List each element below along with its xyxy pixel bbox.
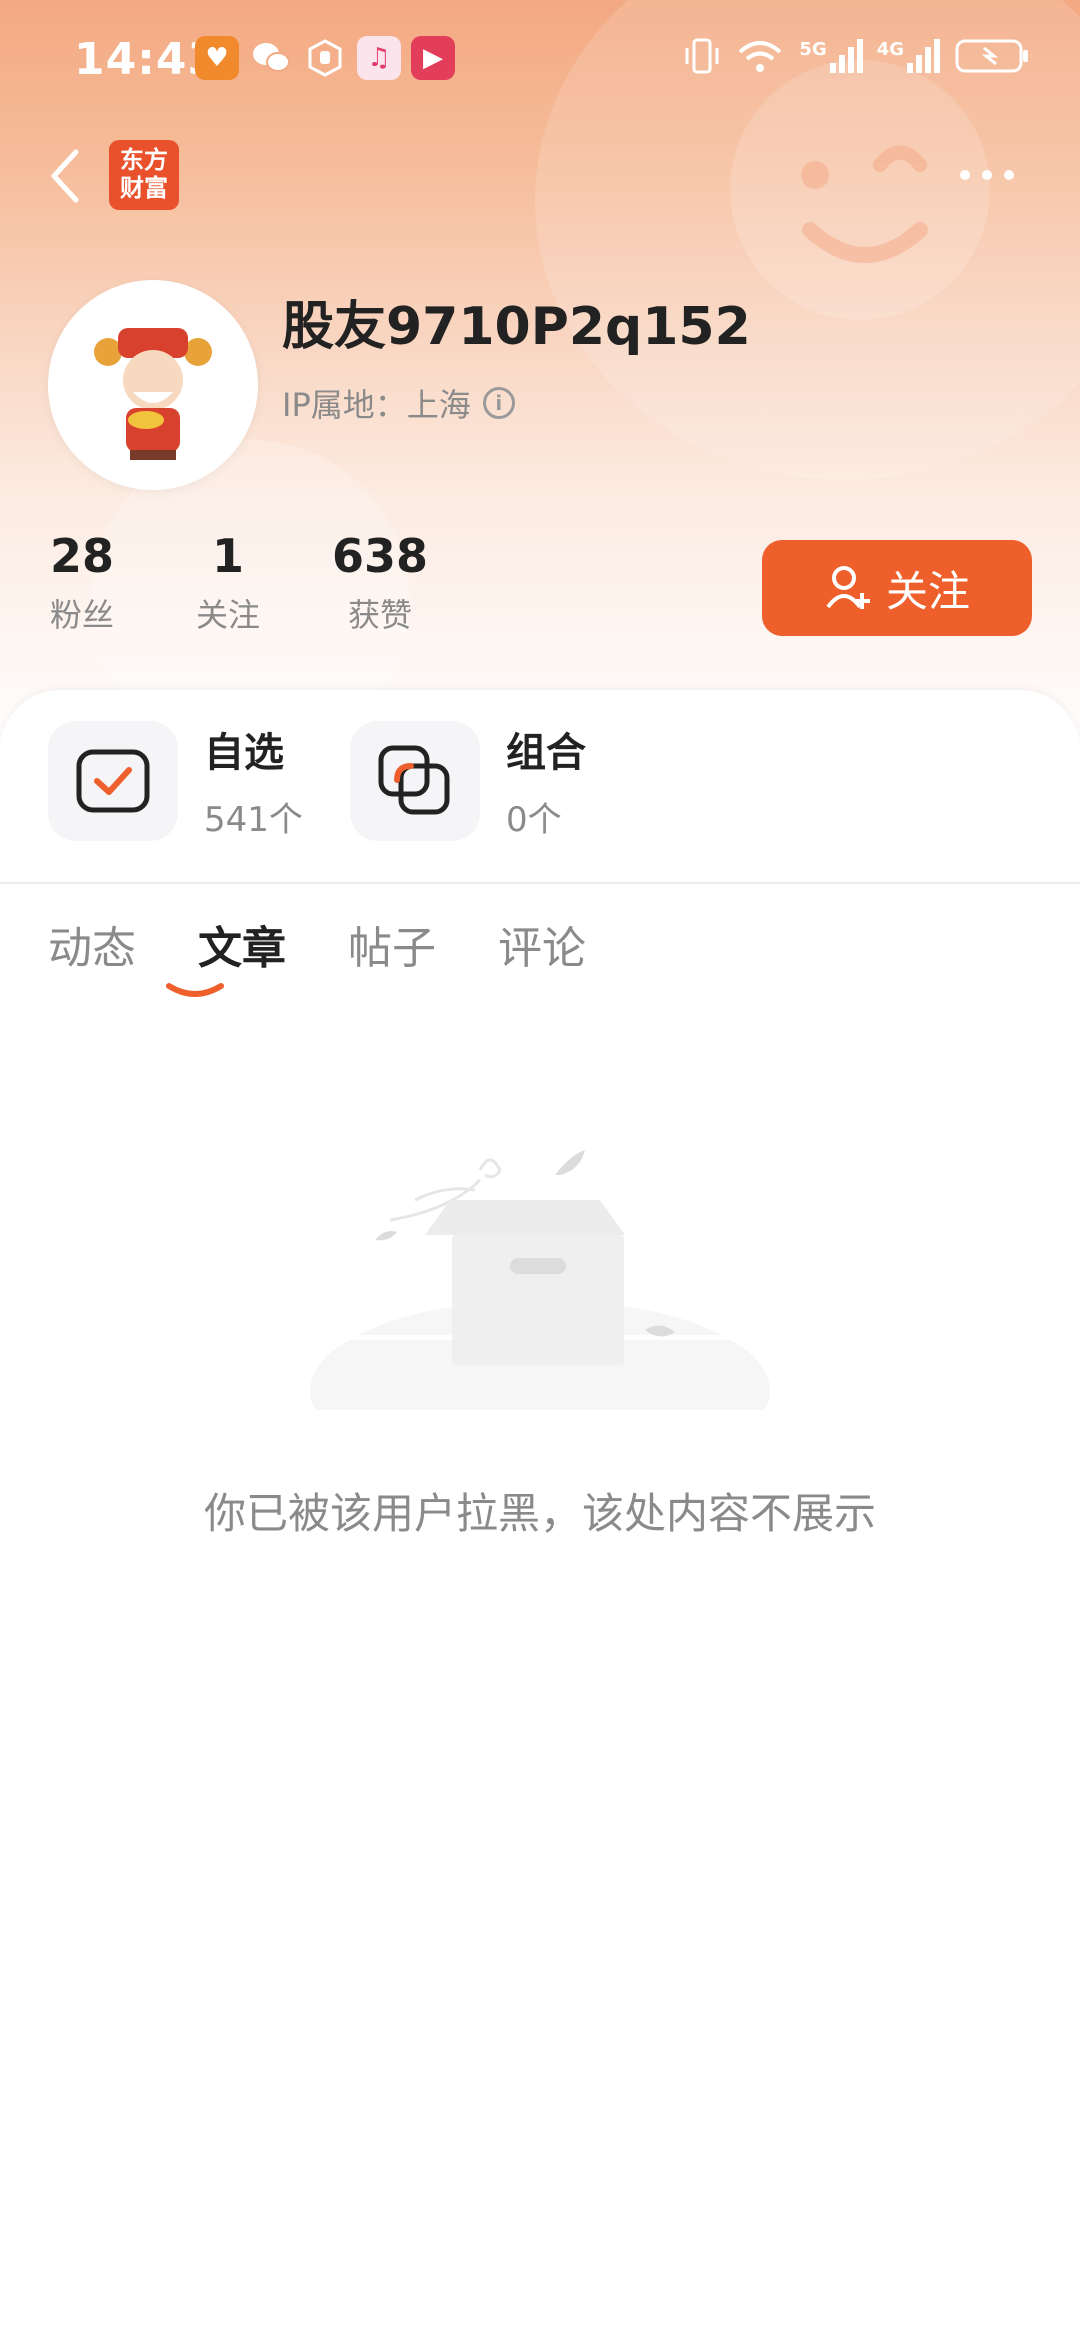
vibrate-icon xyxy=(685,38,719,74)
video-app-icon: ▶ xyxy=(411,36,455,80)
stat-value: 638 xyxy=(331,529,429,583)
avatar[interactable] xyxy=(48,280,258,490)
god-of-wealth-avatar-icon xyxy=(94,328,212,460)
tab-articles[interactable]: 文章 xyxy=(198,912,348,976)
system-icons: 5G 4G xyxy=(683,36,1030,76)
watchlist-link[interactable]: 自选 541个 xyxy=(48,720,303,841)
tab-comments[interactable]: 评论 xyxy=(498,912,648,976)
logo-text-top: 东方 xyxy=(120,146,168,174)
follow-label: 关注 xyxy=(885,566,970,616)
stat-label: 获赞 xyxy=(347,596,412,634)
dot-icon xyxy=(982,170,992,180)
wechat-icon xyxy=(249,36,293,80)
wifi-icon xyxy=(739,41,782,72)
music-app-icon: ♫ xyxy=(357,36,401,80)
stat-likes[interactable]: 638 获赞 xyxy=(325,528,435,636)
portfolio-link[interactable]: 组合 0个 xyxy=(350,720,586,841)
divider xyxy=(0,882,1080,884)
empty-box-illustration xyxy=(310,1150,770,1410)
content-card: 自选 541个 组合 0个 动态 文章 帖子 评论 你已被该用户拉黑，该处内容不… xyxy=(0,690,1080,2340)
empty-state-message: 你已被该用户拉黑，该处内容不展示 xyxy=(203,1489,876,1538)
battery-charging-icon xyxy=(955,39,1028,73)
add-user-icon xyxy=(826,566,870,609)
network-5g-label: 5G xyxy=(799,39,827,60)
info-icon[interactable]: i xyxy=(482,387,515,419)
watchlist-icon xyxy=(48,720,178,841)
portfolio-count: 0个 xyxy=(506,800,562,840)
stat-following[interactable]: 1 关注 xyxy=(188,528,268,636)
watchlist-count: 541个 xyxy=(204,800,303,840)
dot-icon xyxy=(1004,170,1014,180)
network-4g-label: 4G xyxy=(876,39,904,60)
ip-location-text: IP属地：上海 xyxy=(282,386,471,424)
stat-label: 关注 xyxy=(195,596,260,634)
stat-label: 粉丝 xyxy=(49,596,114,634)
watchlist-title: 自选 xyxy=(204,730,284,776)
stat-value: 28 xyxy=(49,529,114,583)
signal-5g-icon: 5G xyxy=(799,39,863,73)
username: 股友9710P2q152 xyxy=(282,297,751,357)
hand-shield-icon xyxy=(303,36,347,80)
chevron-left-icon xyxy=(51,149,79,203)
signal-4g-icon: 4G xyxy=(877,39,940,73)
portfolio-title: 组合 xyxy=(506,730,586,776)
notification-icons: ♥ ♫ ▶ xyxy=(195,36,455,80)
active-tab-indicator xyxy=(166,983,224,997)
tab-activity[interactable]: 动态 xyxy=(48,912,198,976)
stat-value: 1 xyxy=(211,529,244,583)
app-logo[interactable]: 东方 财富 xyxy=(109,140,179,210)
tab-posts[interactable]: 帖子 xyxy=(348,912,498,976)
stat-fans[interactable]: 28 粉丝 xyxy=(42,528,122,636)
health-app-icon: ♥ xyxy=(195,36,239,80)
back-button[interactable] xyxy=(46,146,86,206)
ip-location-row: IP属地：上海 i xyxy=(282,380,515,426)
dot-icon xyxy=(960,170,970,180)
content-tabs: 动态 文章 帖子 评论 xyxy=(48,912,648,976)
follow-button[interactable]: 关注 xyxy=(762,540,1032,636)
status-bar: 14:43 ♥ ♫ ▶ 5G 4G xyxy=(0,0,1080,120)
more-options-button[interactable] xyxy=(960,160,1040,190)
logo-text-bottom: 财富 xyxy=(120,174,168,202)
portfolio-icon xyxy=(350,720,480,841)
